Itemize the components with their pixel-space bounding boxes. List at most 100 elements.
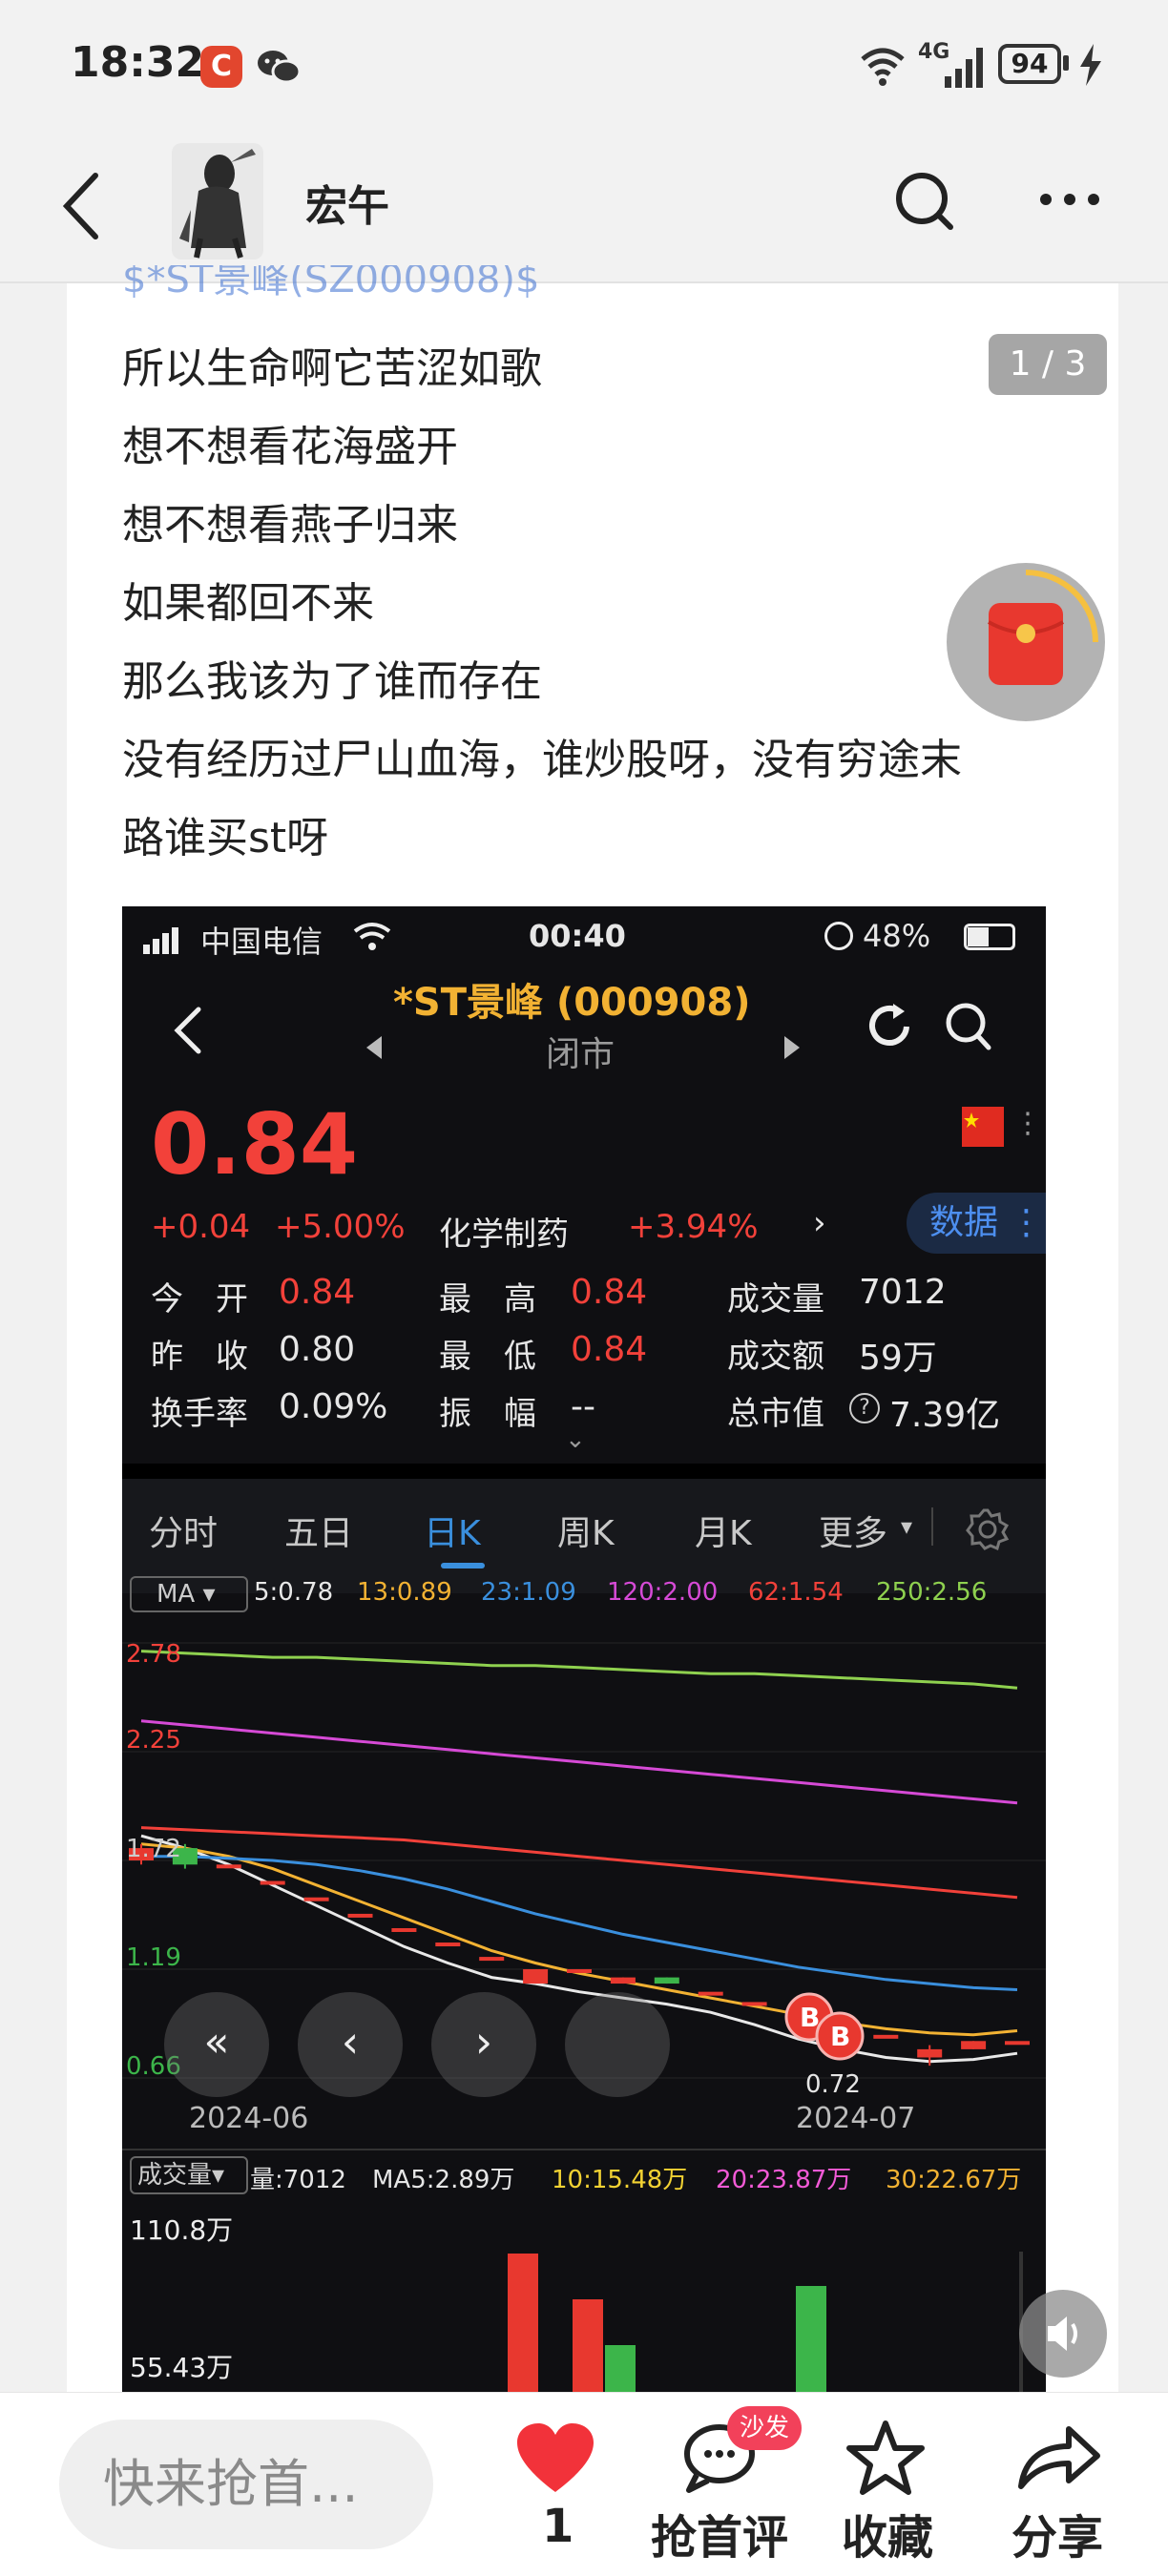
prev-stock-icon[interactable] [366, 1036, 382, 1059]
ma-item: 23:1.09 [481, 1578, 576, 1607]
rewind-button[interactable]: « [164, 1992, 269, 2097]
sector-change-pct: +3.94% [628, 1208, 759, 1246]
period-tabs: 分时 五日 日K 周K 月K 更多 ▾ [122, 1479, 1046, 1593]
post-line: 想不想看燕子归来 [122, 501, 458, 550]
volume-selector[interactable]: 成交量▾ [130, 2156, 248, 2194]
candle [260, 1880, 285, 1885]
screenshot-battery: 48% [863, 918, 931, 954]
post-line: 那么我该为了谁而存在 [122, 657, 542, 706]
charging-icon [1076, 44, 1103, 86]
y-tick-label: 1.72 [126, 1835, 181, 1863]
sector-name[interactable]: 化学制药 [439, 1208, 569, 1255]
ma-selector-label: MA [156, 1580, 196, 1609]
market-cap-label: 总市值 [727, 1395, 824, 1433]
volume-label: 成交量 [727, 1280, 824, 1319]
carrier-name: 中国电信 [200, 924, 323, 960]
candle [391, 1927, 417, 1932]
ma-line [140, 1650, 1018, 1690]
ma-line [140, 1826, 1018, 1900]
page: 18:32 C 4G 94 宏午 $*ST景峰(SZ000908)$ 所以生命啊… [0, 0, 1168, 2576]
stock-app-screenshot[interactable]: 中国电信 00:40 48% *ST景峰 (000908) 闭市 0.84 ⋮ … [122, 906, 1046, 2392]
like-heart-icon[interactable] [515, 2421, 595, 2494]
divider [931, 1507, 933, 1546]
share-label[interactable]: 分享 [1012, 2500, 1103, 2566]
ma-line [140, 1842, 1018, 2037]
turnover-value: 0.09% [279, 1387, 388, 1426]
amount-label: 成交额 [727, 1338, 824, 1376]
ma-item: 120:2.00 [607, 1578, 719, 1607]
candle [1005, 2041, 1030, 2046]
red-packet-button[interactable] [947, 563, 1105, 721]
search-icon[interactable] [943, 998, 996, 1055]
tab-five-day[interactable]: 五日 [284, 1506, 353, 1555]
crosshair-button[interactable] [565, 1992, 670, 2097]
like-count: 1 [542, 2500, 574, 2553]
first-comment-label[interactable]: 抢首评 [651, 2500, 788, 2566]
candle [303, 1897, 329, 1901]
star-icon[interactable] [845, 2420, 926, 2496]
status-time: 18:32 [71, 38, 205, 87]
amplitude-value: -- [571, 1387, 595, 1426]
post-line: 没有经历过尸山血海，谁炒股呀，没有穷途末 [122, 736, 962, 784]
divider [122, 2149, 1046, 2150]
candle [610, 1977, 636, 1984]
more-icon[interactable] [1036, 185, 1103, 214]
favorite-label[interactable]: 收藏 [842, 2500, 933, 2566]
volume-tick: 110.8万 [130, 2214, 234, 2246]
volume-item: 30:22.67万 [886, 2166, 1022, 2194]
ma-item: 62:1.54 [748, 1578, 844, 1607]
more-dropdown-icon[interactable]: ▾ [901, 1513, 912, 1540]
bottom-action-bar: 快来抢首... 1 沙发 抢首评 收藏 分享 [0, 2392, 1168, 2576]
tab-more[interactable]: 更多 [819, 1506, 887, 1555]
expand-chevron-icon[interactable]: ⌄ [565, 1425, 586, 1454]
stock-tag-link[interactable]: $*ST景峰(SZ000908)$ [122, 265, 695, 298]
share-arrow-icon[interactable] [1015, 2420, 1101, 2496]
volume-item: MA5:2.89万 [372, 2166, 515, 2194]
ma-selector[interactable]: MA ▾ [130, 1576, 248, 1612]
data-button[interactable]: 数据 ⋮ [907, 1193, 1046, 1254]
signal-icon [945, 48, 987, 88]
candle [347, 1913, 373, 1918]
active-tab-indicator [441, 1563, 485, 1568]
help-icon[interactable]: ? [849, 1393, 880, 1423]
top-nav-bar: 宏午 [0, 134, 1168, 283]
y-tick-label: 2.25 [126, 1726, 181, 1755]
search-icon[interactable] [891, 164, 958, 240]
divider [122, 1464, 1046, 1479]
volume-bar [605, 2345, 636, 2392]
volume-item: 10:15.48万 [552, 2166, 688, 2194]
app-c-icon: C [200, 46, 242, 88]
high-label: 最 高 [439, 1280, 536, 1319]
step-back-button[interactable]: ‹ [298, 1992, 403, 2097]
avatar[interactable] [172, 143, 263, 260]
volume-bar [796, 2286, 826, 2392]
tab-weekly-k[interactable]: 周K [557, 1506, 615, 1555]
flag-more-icon[interactable]: ⋮ [1013, 1107, 1042, 1140]
comment-input[interactable]: 快来抢首... [59, 2420, 433, 2549]
amplitude-label: 振 幅 [439, 1395, 536, 1433]
settings-icon[interactable] [966, 1507, 1010, 1551]
back-icon[interactable] [170, 1002, 208, 1059]
tab-monthly-k[interactable]: 月K [695, 1506, 752, 1555]
ma-line [140, 1719, 1018, 1805]
refresh-icon[interactable] [863, 998, 916, 1055]
y-tick-label: 1.19 [126, 1943, 181, 1972]
turnover-label: 换手率 [151, 1395, 248, 1433]
sector-chevron-icon[interactable]: › [813, 1204, 826, 1242]
mute-toggle[interactable] [1019, 2290, 1107, 2378]
username[interactable]: 宏午 [305, 172, 389, 233]
step-forward-button[interactable]: › [431, 1992, 536, 2097]
back-button[interactable] [57, 168, 111, 244]
candle [479, 1957, 505, 1962]
china-flag-icon [962, 1107, 1004, 1147]
post-line: 路谁买st呀 [122, 814, 329, 862]
open-label: 今 开 [151, 1280, 248, 1319]
ma-item: 250:2.56 [876, 1578, 988, 1607]
tab-intraday[interactable]: 分时 [149, 1506, 218, 1555]
stock-title: *ST景峰 (000908) [393, 981, 751, 1025]
tab-daily-k[interactable]: 日K [424, 1506, 481, 1555]
high-value: 0.84 [571, 1273, 648, 1312]
x-tick-label: 2024-07 [796, 2102, 915, 2135]
candle [917, 2048, 943, 2058]
next-stock-icon[interactable] [784, 1036, 800, 1059]
